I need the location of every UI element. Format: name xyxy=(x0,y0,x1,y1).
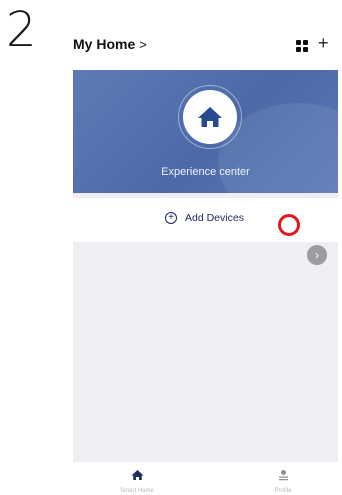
nav-label-profile: Profile xyxy=(274,488,292,494)
chevron-right-icon: > xyxy=(139,37,147,52)
nav-label-smart-home: Smart Home xyxy=(120,488,154,494)
nav-item-smart-home[interactable]: Smart Home xyxy=(97,468,177,494)
house-icon xyxy=(183,90,237,144)
nav-item-profile[interactable]: Profile xyxy=(243,468,323,494)
add-icon[interactable]: + xyxy=(318,34,329,52)
person-icon xyxy=(278,470,288,481)
add-devices-label: Add Devices xyxy=(185,212,244,224)
highlight-circle-marker xyxy=(278,214,300,236)
experience-center-label: Experience center xyxy=(161,166,250,178)
home-selector[interactable]: My Home > xyxy=(73,36,147,52)
experience-center-banner[interactable]: Experience center xyxy=(73,70,338,193)
bottom-nav: Smart Home Profile xyxy=(73,462,338,495)
house-icon xyxy=(131,470,143,480)
home-title: My Home xyxy=(73,36,136,52)
add-circle-icon: + xyxy=(165,212,177,224)
add-devices-button[interactable]: + Add Devices xyxy=(165,212,244,224)
top-bar: My Home > + xyxy=(73,34,338,58)
chevron-right-icon[interactable]: › xyxy=(307,245,327,265)
grid-icon[interactable] xyxy=(296,40,309,52)
step-number: 2 xyxy=(6,2,37,58)
